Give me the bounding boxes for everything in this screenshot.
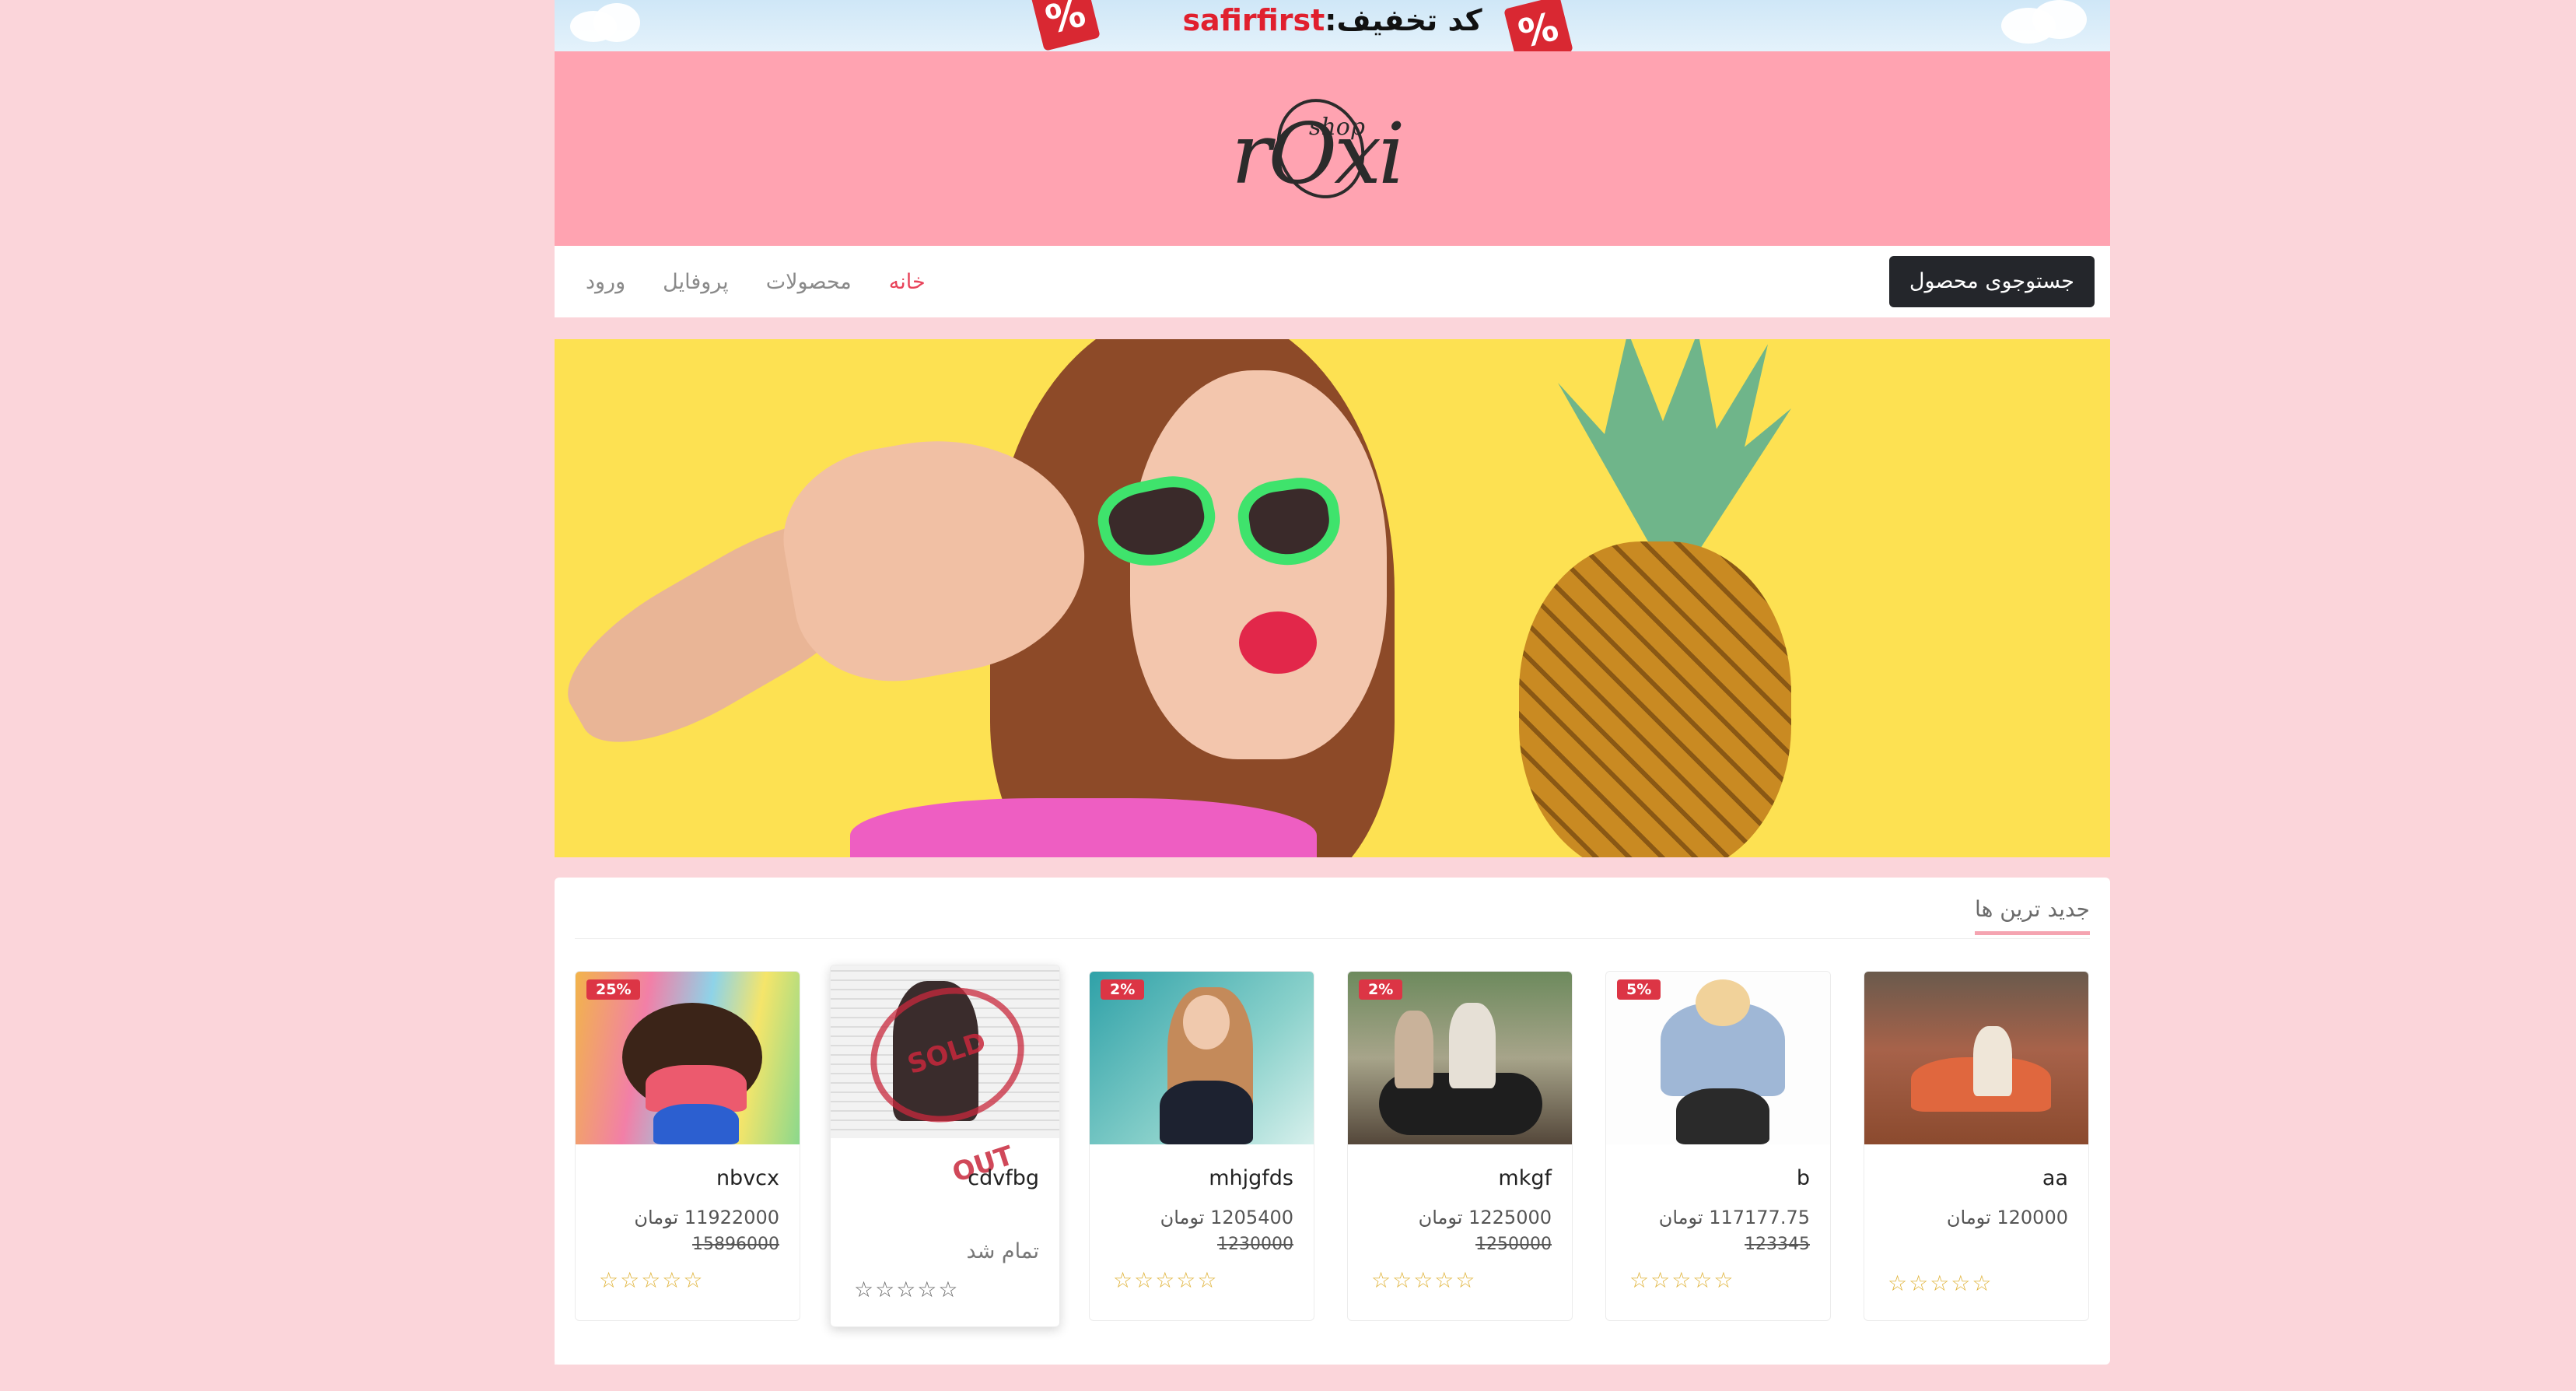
bottom-fade xyxy=(555,1333,866,1365)
rating-stars: ☆☆☆☆☆ xyxy=(854,1277,960,1302)
nav-links: خانه محصولات پروفایل ورود xyxy=(586,246,943,317)
rating-stars: ☆☆☆☆☆ xyxy=(1371,1267,1477,1293)
nav-link-products[interactable]: محصولات xyxy=(766,270,852,294)
hero-face-shape xyxy=(1130,370,1387,759)
product-card-nbvcx[interactable]: 25% nbvcx 11922000 تومان 15896000 ☆☆☆☆☆ xyxy=(575,971,800,1321)
promo-banner[interactable]: % % کد تخفیف:safirfirst xyxy=(555,0,2110,51)
nav-link-profile[interactable]: پروفایل xyxy=(663,270,729,294)
product-old-price: 15896000 xyxy=(692,1235,779,1254)
product-card-mkgf[interactable]: 2% mkgf 1225000 تومان 1250000 ☆☆☆☆☆ xyxy=(1347,971,1573,1321)
product-card-cdvfbg[interactable]: SOLD OUT cdvfbg تمام شد ☆☆☆☆☆ xyxy=(830,965,1060,1327)
out-of-stock-label: تمام شد xyxy=(966,1239,1039,1263)
logo-subtext: shop xyxy=(1309,114,1365,141)
rating-stars: ☆☆☆☆☆ xyxy=(1888,1270,1993,1296)
product-name[interactable]: b xyxy=(1797,1166,1810,1190)
product-name[interactable]: cdvfbg xyxy=(968,1166,1039,1190)
site-header: rOxi shop xyxy=(555,51,2110,246)
main-nav: جستوجوی محصول خانه محصولات پروفایل ورود xyxy=(555,246,2110,317)
product-image-shape xyxy=(1696,979,1750,1026)
product-price: 11922000 تومان xyxy=(634,1207,779,1228)
promo-label: کد تخفیف: xyxy=(1325,3,1482,37)
site-logo[interactable]: rOxi shop xyxy=(1231,82,1433,215)
discount-badge: 2% xyxy=(1101,979,1145,1000)
nav-link-home[interactable]: خانه xyxy=(889,270,926,294)
discount-badge: 5% xyxy=(1617,979,1661,1000)
discount-badge: 2% xyxy=(1359,979,1403,1000)
product-image-shape xyxy=(653,1104,739,1144)
pineapple-shape xyxy=(1519,541,1791,857)
product-price: 1225000 تومان xyxy=(1418,1207,1552,1228)
product-image[interactable]: SOLD OUT xyxy=(831,965,1059,1189)
product-price: 1205400 تومان xyxy=(1160,1207,1293,1228)
hero-lips-shape xyxy=(1239,611,1317,674)
newest-products-panel: جدید ترین ها aa 120000 تومان ☆☆☆☆☆ 5% b … xyxy=(555,878,2110,1365)
discount-badge: 25% xyxy=(586,979,641,1000)
nav-link-login[interactable]: ورود xyxy=(586,270,625,294)
product-image[interactable] xyxy=(1864,972,2088,1144)
sold-out-stamp: SOLD OUT xyxy=(852,968,1042,1189)
product-image-shape xyxy=(1160,1081,1253,1144)
product-price: 120000 تومان xyxy=(1946,1207,2068,1228)
product-name[interactable]: mkgf xyxy=(1498,1166,1552,1190)
product-card-b[interactable]: 5% b 117177.75 تومان 123345 ☆☆☆☆☆ xyxy=(1605,971,1831,1321)
product-old-price: 1250000 xyxy=(1475,1235,1552,1254)
hero-banner[interactable] xyxy=(555,339,2110,857)
product-name[interactable]: nbvcx xyxy=(716,1166,779,1190)
product-image-shape xyxy=(1973,1026,2012,1096)
page-container: % % کد تخفیف:safirfirst rOxi shop جستوجو… xyxy=(555,0,2110,1391)
promo-code: safirfirst xyxy=(1182,3,1325,37)
hero-shirt-shape xyxy=(850,798,1317,857)
product-image-shape xyxy=(1395,1011,1433,1088)
rating-stars: ☆☆☆☆☆ xyxy=(599,1267,705,1293)
product-image-shape xyxy=(1449,1003,1496,1088)
product-image-shape xyxy=(1183,995,1230,1049)
product-card-mhjgfds[interactable]: 2% mhjgfds 1205400 تومان 1230000 ☆☆☆☆☆ xyxy=(1089,971,1314,1321)
rating-stars: ☆☆☆☆☆ xyxy=(1629,1267,1735,1293)
promo-text: کد تخفیف:safirfirst xyxy=(555,3,2110,37)
product-card-aa[interactable]: aa 120000 تومان ☆☆☆☆☆ xyxy=(1864,971,2089,1321)
product-image-shape xyxy=(1676,1088,1769,1144)
product-price: 117177.75 تومان xyxy=(1658,1207,1810,1228)
product-old-price: 123345 xyxy=(1745,1235,1810,1254)
rating-stars: ☆☆☆☆☆ xyxy=(1113,1267,1219,1293)
section-divider xyxy=(575,938,2090,939)
product-search-button[interactable]: جستوجوی محصول xyxy=(1888,256,2095,307)
product-name[interactable]: aa xyxy=(2042,1166,2068,1190)
product-old-price: 1230000 xyxy=(1217,1235,1293,1254)
section-title: جدید ترین ها xyxy=(1975,896,2090,935)
product-name[interactable]: mhjgfds xyxy=(1209,1166,1293,1190)
